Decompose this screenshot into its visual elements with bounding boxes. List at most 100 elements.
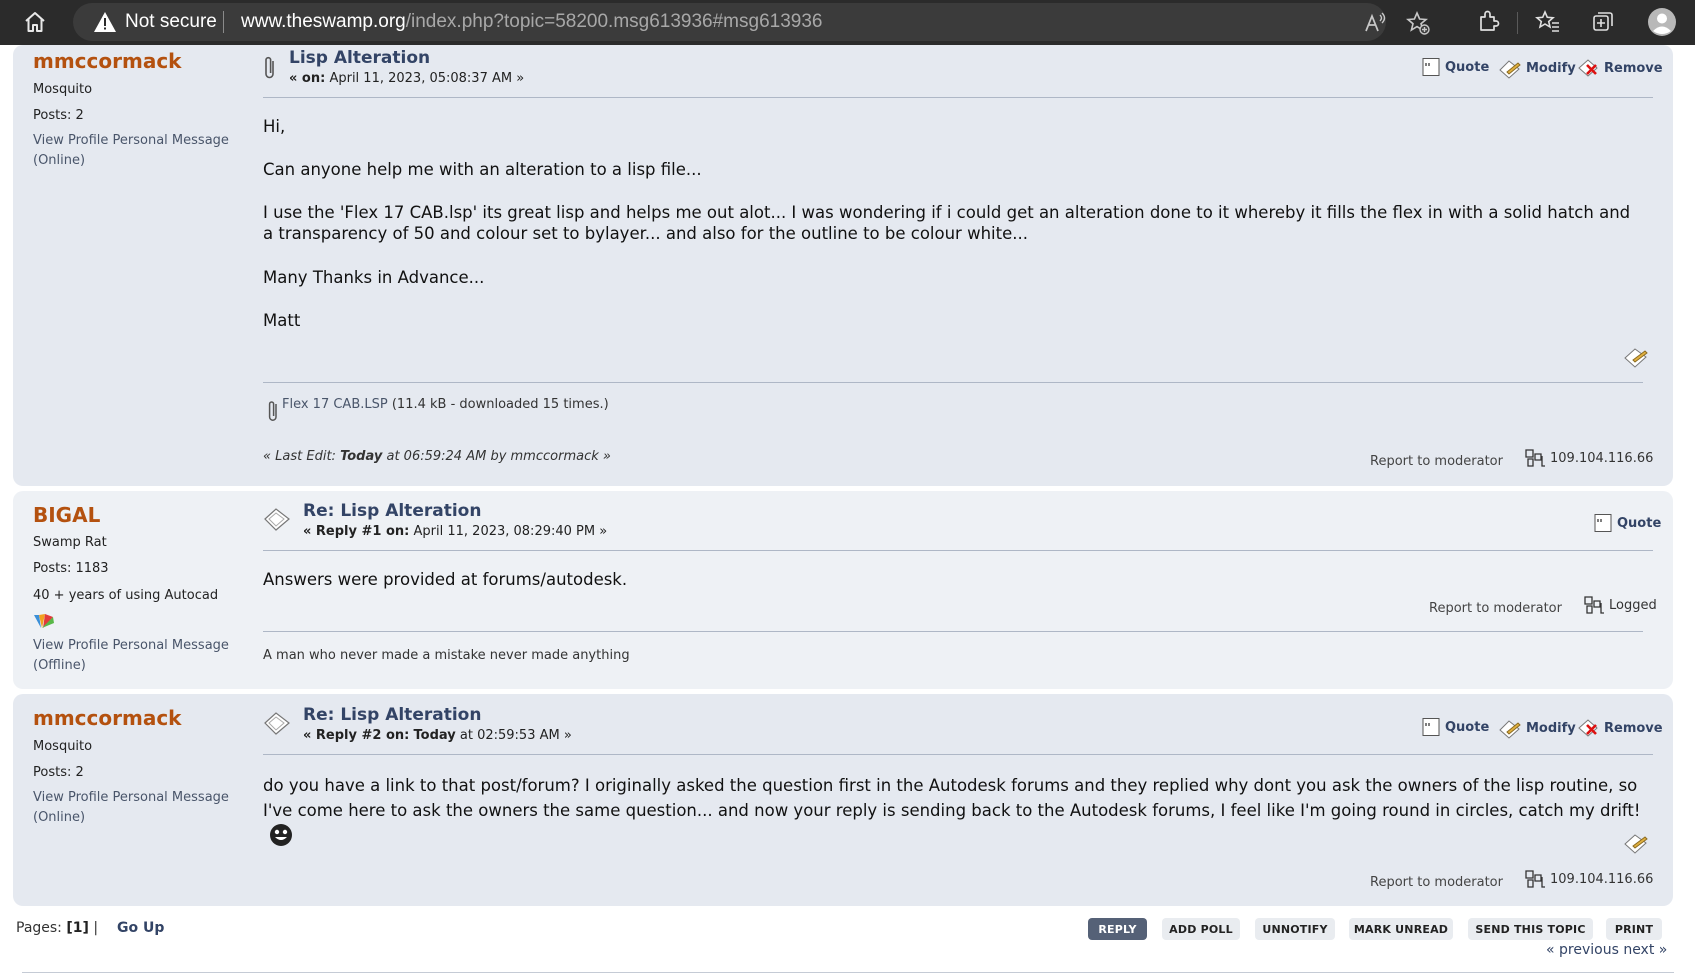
ip-address: 109.104.116.66: [1524, 869, 1653, 889]
last-edit-when: Today: [340, 449, 383, 464]
last-edit: « Last Edit: Today at 06:59:24 AM by mmc…: [263, 449, 611, 464]
modify-label: Modify: [1526, 720, 1576, 736]
subject-divider: [263, 97, 1653, 98]
home-icon[interactable]: [22, 9, 48, 35]
post-body-text: do you have a link to that post/forum? I…: [263, 776, 1641, 820]
logged-text: Logged: [1609, 597, 1657, 613]
pages-separator: |: [93, 920, 99, 936]
quote-icon: [1422, 58, 1440, 76]
reply-button[interactable]: REPLY: [1088, 918, 1147, 940]
modify-label: Modify: [1526, 60, 1576, 76]
ip-logged-icon: [1584, 596, 1604, 614]
modify-button[interactable]: Modify: [1498, 717, 1576, 739]
security-label[interactable]: Not secure: [125, 11, 217, 33]
grin-emoticon-icon: [270, 824, 292, 846]
post-body-line: Many Thanks in Advance...: [263, 268, 485, 287]
send-this-topic-button[interactable]: SEND THIS TOPIC: [1468, 918, 1593, 940]
url-text[interactable]: www.theswamp.org/index.php?topic=58200.m…: [241, 11, 822, 33]
favorites-icon[interactable]: [1535, 9, 1561, 35]
subject-divider: [263, 754, 1653, 755]
remove-button[interactable]: Remove: [1578, 717, 1663, 739]
pagination: Pages: [1] |: [16, 920, 98, 936]
post-body-line: Matt: [263, 311, 301, 330]
previous-next-links[interactable]: « previous next »: [1546, 942, 1667, 958]
add-favorite-icon[interactable]: [1405, 10, 1431, 36]
post-meta: « Reply #1 on: April 11, 2023, 08:29:40 …: [303, 524, 607, 539]
mark-unread-button[interactable]: MARK UNREAD: [1349, 918, 1453, 940]
current-page[interactable]: [1]: [66, 920, 89, 936]
modify-icon: [1499, 60, 1521, 79]
profile-avatar-icon[interactable]: [1647, 7, 1677, 37]
footer-divider: [22, 972, 1674, 973]
post-date: at 02:59:53 AM »: [459, 728, 572, 743]
report-to-moderator-link[interactable]: Report to moderator: [1370, 875, 1503, 890]
attachment-link[interactable]: Flex 17 CAB.LSP: [282, 397, 388, 412]
go-up-link[interactable]: Go Up: [117, 920, 164, 936]
poster-profile-link[interactable]: View Profile Personal Message (Offline): [33, 636, 248, 676]
post-subject[interactable]: Lisp Alteration: [289, 48, 430, 68]
quote-button[interactable]: Quote: [1593, 513, 1661, 533]
autodesk-badge-icon: [34, 614, 54, 628]
modify-icon: [1499, 720, 1521, 739]
poster-profile-link[interactable]: View Profile Personal Message (Online): [33, 788, 248, 828]
unnotify-button[interactable]: UNNOTIFY: [1255, 918, 1335, 940]
attachment-info: (11.4 kB - downloaded 15 times.): [391, 397, 609, 412]
quick-modify-icon[interactable]: [1623, 831, 1649, 855]
last-edit-rest: at 06:59:24 AM by mmccormack »: [386, 449, 611, 464]
post-subject[interactable]: Re: Lisp Alteration: [303, 501, 481, 521]
ip-address: 109.104.116.66: [1524, 448, 1653, 468]
signature-divider: [263, 631, 1643, 632]
ip-logged-icon: [1525, 870, 1545, 888]
reply-topic-icon: [264, 508, 290, 531]
post-2: BIGAL Swamp Rat Posts: 1183 40 + years o…: [13, 491, 1673, 689]
poster-profile-link[interactable]: View Profile Personal Message (Online): [33, 131, 248, 171]
add-poll-button[interactable]: ADD POLL: [1162, 918, 1240, 940]
attachment-divider: [263, 382, 1643, 383]
collections-icon[interactable]: [1590, 9, 1616, 35]
poster-post-count: Posts: 1183: [33, 561, 109, 576]
quote-label: Quote: [1445, 719, 1490, 735]
quote-label: Quote: [1445, 59, 1490, 75]
post-meta-prefix: « Reply #2 on:: [303, 728, 410, 743]
quote-button[interactable]: Quote: [1421, 717, 1489, 737]
logged-status: Logged: [1583, 595, 1657, 615]
browser-toolbar: Not secure www.theswamp.org/index.php?to…: [0, 0, 1695, 45]
report-to-moderator-link[interactable]: Report to moderator: [1370, 454, 1503, 469]
modify-button[interactable]: Modify: [1498, 57, 1576, 79]
quote-button[interactable]: Quote: [1421, 57, 1489, 77]
signature: A man who never made a mistake never mad…: [263, 648, 630, 663]
post-1: mmccormack Mosquito Posts: 2 View Profil…: [13, 45, 1673, 486]
post-meta-prefix: « Reply #1 on:: [303, 524, 410, 539]
quote-icon: [1422, 718, 1440, 736]
remove-label: Remove: [1604, 60, 1663, 76]
paperclip-icon: [265, 56, 274, 79]
post-date: April 11, 2023, 08:29:40 PM »: [413, 524, 608, 539]
report-to-moderator-link[interactable]: Report to moderator: [1429, 601, 1562, 616]
address-bar[interactable]: Not secure www.theswamp.org/index.php?to…: [73, 3, 1430, 41]
extensions-icon[interactable]: [1475, 9, 1501, 35]
post-subject[interactable]: Re: Lisp Alteration: [303, 705, 481, 725]
ip-text: 109.104.116.66: [1550, 450, 1654, 466]
subject-divider: [263, 550, 1653, 551]
poster-username[interactable]: BIGAL: [33, 503, 100, 527]
post-meta: « Reply #2 on: Today at 02:59:53 AM »: [303, 728, 572, 743]
pages-label: Pages:: [16, 920, 62, 936]
read-aloud-icon[interactable]: [1363, 11, 1387, 35]
post-3: mmccormack Mosquito Posts: 2 View Profil…: [13, 694, 1673, 906]
last-edit-prefix: « Last Edit:: [263, 449, 336, 464]
warning-icon[interactable]: [93, 11, 117, 33]
poster-username[interactable]: mmccormack: [33, 706, 182, 730]
print-button[interactable]: PRINT: [1606, 918, 1662, 940]
remove-label: Remove: [1604, 720, 1663, 736]
quote-label: Quote: [1617, 515, 1662, 531]
post-meta-when: Today: [413, 728, 456, 743]
post-meta: « on: April 11, 2023, 05:08:37 AM »: [289, 71, 524, 86]
post-body-line: do you have a link to that post/forum? I…: [263, 773, 1653, 849]
poster-post-count: Posts: 2: [33, 765, 84, 780]
quick-modify-icon[interactable]: [1623, 345, 1649, 369]
quote-icon: [1594, 514, 1612, 532]
poster-username[interactable]: mmccormack: [33, 49, 182, 73]
post-date: April 11, 2023, 05:08:37 AM »: [329, 71, 525, 86]
remove-button[interactable]: Remove: [1578, 57, 1663, 79]
ip-logged-icon: [1525, 449, 1545, 467]
